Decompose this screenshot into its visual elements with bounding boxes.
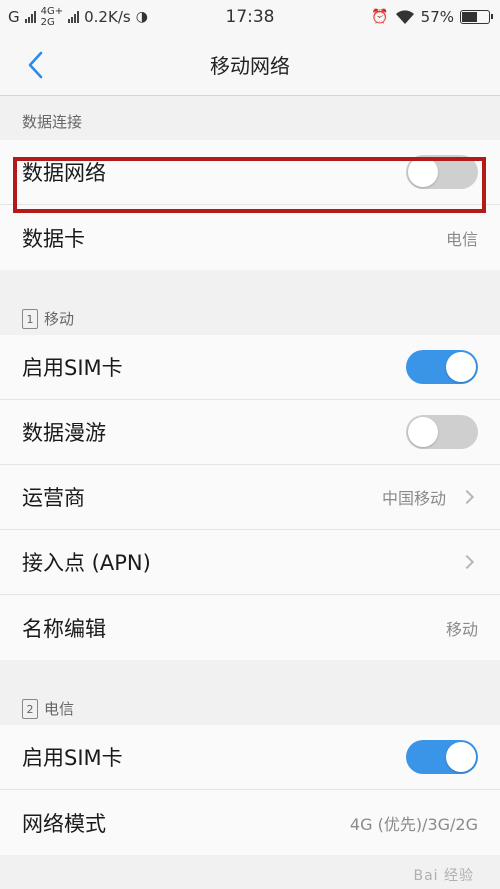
data-card-label: 数据卡 bbox=[22, 226, 85, 251]
network-type-top: 4G+ bbox=[40, 6, 64, 17]
sim1-group: 启用SIM卡 数据漫游 运营商 中国移动 接入点 (APN) 名称编辑 移动 bbox=[0, 335, 500, 660]
network-type-bottom: 2G bbox=[40, 17, 55, 28]
nav-bar: 移动网络 bbox=[0, 34, 500, 96]
network-type-stack: 4G+ 2G bbox=[41, 6, 64, 28]
sim-card-icon: 1 bbox=[22, 309, 38, 329]
section-header-sim2: 2 电信 bbox=[0, 660, 500, 725]
carrier-value-wrap: 中国移动 bbox=[382, 485, 478, 509]
network-speed: 0.2K/s bbox=[84, 8, 131, 26]
apn-row[interactable]: 接入点 (APN) bbox=[0, 530, 500, 595]
page-title: 移动网络 bbox=[210, 54, 290, 78]
battery-icon bbox=[460, 10, 493, 24]
apn-label: 接入点 (APN) bbox=[22, 551, 151, 575]
sim1-enable-label: 启用SIM卡 bbox=[22, 356, 123, 380]
section-title: 移动 bbox=[44, 310, 75, 328]
name-edit-row[interactable]: 名称编辑 移动 bbox=[0, 595, 500, 660]
battery-percent: 57% bbox=[420, 8, 454, 26]
section-header-sim1: 1 移动 bbox=[0, 270, 500, 335]
data-roaming-toggle[interactable] bbox=[406, 415, 478, 449]
status-left: G 4G+ 2G 0.2K/s ◑ bbox=[8, 6, 148, 28]
network-mode-row[interactable]: 网络模式 4G (优先)/3G/2G bbox=[0, 790, 500, 855]
carrier-row[interactable]: 运营商 中国移动 bbox=[0, 465, 500, 530]
data-network-toggle[interactable] bbox=[406, 155, 478, 189]
wifi-icon bbox=[395, 9, 414, 24]
carrier-label: 运营商 bbox=[22, 486, 85, 510]
section-title: 电信 bbox=[44, 700, 75, 718]
data-roaming-label: 数据漫游 bbox=[22, 421, 106, 445]
sim2-enable-toggle[interactable] bbox=[406, 740, 478, 774]
signal-icon bbox=[24, 11, 36, 23]
sim1-network-label: G bbox=[8, 8, 20, 26]
section-header-data: 数据连接 bbox=[0, 96, 500, 140]
carrier-value: 中国移动 bbox=[381, 489, 446, 508]
network-mode-label: 网络模式 bbox=[22, 811, 106, 836]
status-right: ⏰ 57% bbox=[371, 8, 493, 26]
chevron-right-icon bbox=[459, 554, 475, 570]
sim-card-icon: 2 bbox=[22, 699, 38, 719]
toggle-knob bbox=[446, 742, 476, 772]
status-bar: G 4G+ 2G 0.2K/s ◑ 17:38 ⏰ 57% bbox=[0, 0, 500, 34]
toggle-knob bbox=[408, 157, 438, 187]
name-edit-value: 移动 bbox=[445, 619, 478, 639]
sim1-enable-row[interactable]: 启用SIM卡 bbox=[0, 335, 500, 400]
chevron-right-icon bbox=[459, 489, 475, 505]
toggle-knob bbox=[408, 417, 438, 447]
signal-icon-2 bbox=[68, 11, 80, 23]
toggle-knob bbox=[446, 352, 476, 382]
name-edit-label: 名称编辑 bbox=[22, 616, 106, 641]
data-roaming-row[interactable]: 数据漫游 bbox=[0, 400, 500, 465]
sim2-enable-label: 启用SIM卡 bbox=[22, 746, 123, 770]
apn-value-wrap bbox=[459, 554, 478, 570]
data-activity-icon: ◑ bbox=[135, 9, 148, 25]
section-title: 数据连接 bbox=[22, 113, 83, 131]
data-network-label: 数据网络 bbox=[22, 161, 106, 185]
data-card-value: 电信 bbox=[445, 229, 478, 249]
alarm-icon: ⏰ bbox=[371, 9, 389, 25]
network-mode-value: 4G (优先)/3G/2G bbox=[349, 814, 478, 834]
data-card-row[interactable]: 数据卡 电信 bbox=[0, 205, 500, 270]
chevron-left-icon bbox=[28, 51, 43, 79]
sim2-group: 启用SIM卡 网络模式 4G (优先)/3G/2G bbox=[0, 725, 500, 855]
back-button[interactable] bbox=[20, 50, 50, 80]
data-connection-group: 数据网络 数据卡 电信 bbox=[0, 140, 500, 270]
sim1-enable-toggle[interactable] bbox=[406, 350, 478, 384]
sim2-enable-row[interactable]: 启用SIM卡 bbox=[0, 725, 500, 790]
watermark: Bai 经验 bbox=[413, 868, 474, 884]
data-network-row[interactable]: 数据网络 bbox=[0, 140, 500, 205]
